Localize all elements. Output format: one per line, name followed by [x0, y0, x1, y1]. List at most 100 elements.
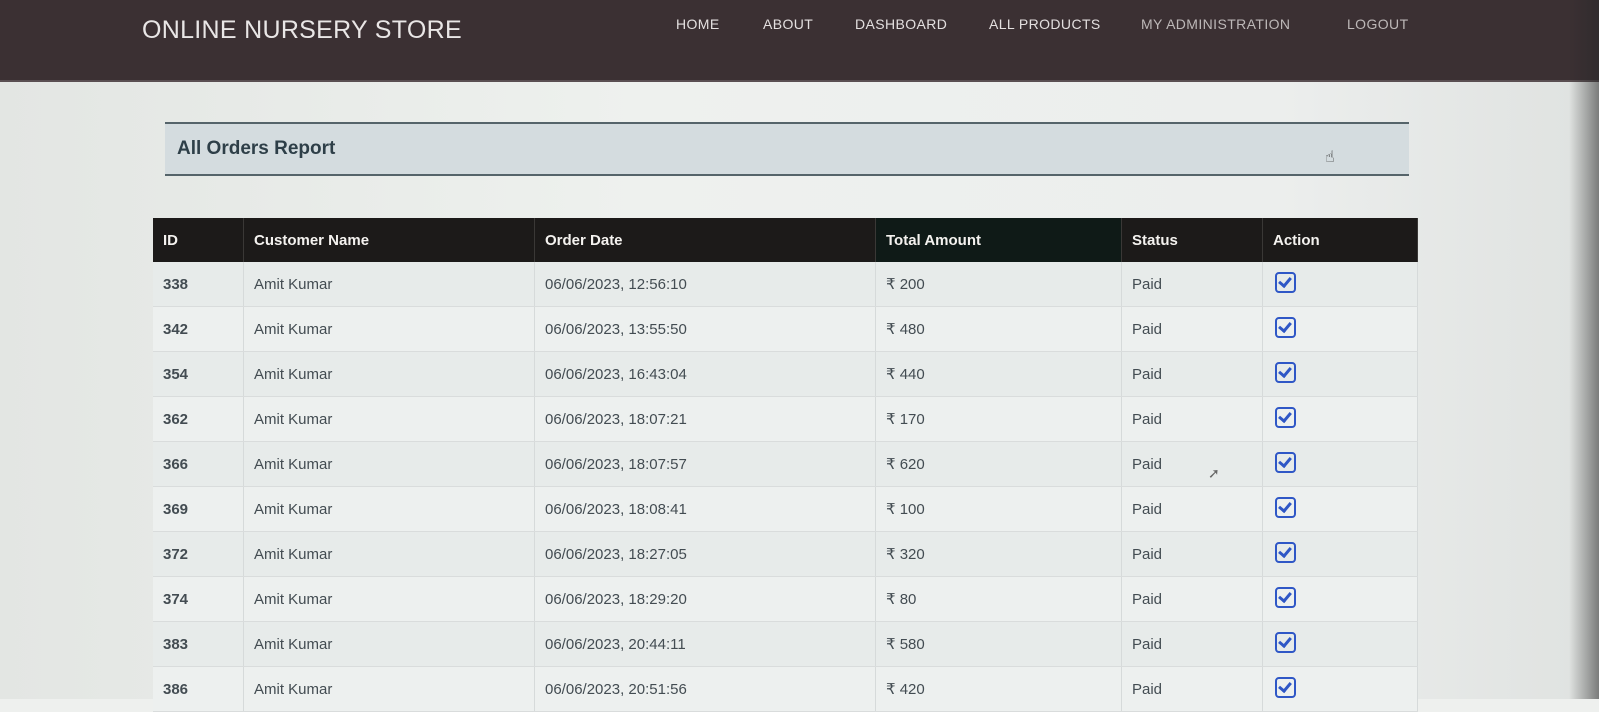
table-row: 383 Amit Kumar 06/06/2023, 20:44:11 ₹ 58…	[153, 621, 1418, 667]
order-date: 06/06/2023, 20:51:56	[534, 666, 876, 712]
order-id: 369	[153, 486, 244, 532]
status-text: Paid	[1121, 531, 1263, 577]
edit-check-icon[interactable]	[1275, 631, 1296, 653]
orders-table: ID Customer Name Order Date Total Amount…	[153, 218, 1418, 712]
total-amount: ₹ 580	[875, 621, 1122, 667]
edit-check-icon[interactable]	[1275, 451, 1296, 473]
table-row: 369 Amit Kumar 06/06/2023, 18:08:41 ₹ 10…	[153, 486, 1418, 532]
order-id: 338	[153, 262, 244, 307]
order-id: 386	[153, 666, 244, 712]
report-title-band: All Orders Report ☝	[165, 122, 1409, 176]
order-date: 06/06/2023, 18:07:21	[534, 396, 876, 442]
order-date: 06/06/2023, 18:08:41	[534, 486, 876, 532]
main-content: All Orders Report ☝ ID Customer Name Ord…	[0, 82, 1599, 712]
order-id: 362	[153, 396, 244, 442]
total-amount: ₹ 420	[875, 666, 1122, 712]
action-cell	[1262, 621, 1418, 667]
nav-logout-link[interactable]: LOGOUT	[1347, 16, 1409, 32]
edit-check-icon[interactable]	[1275, 586, 1296, 608]
edit-check-icon[interactable]	[1275, 271, 1296, 293]
screen-edge-shadow	[1569, 0, 1599, 699]
customer-name: Amit Kumar	[243, 621, 535, 667]
order-date: 06/06/2023, 16:43:04	[534, 351, 876, 397]
order-id: 354	[153, 351, 244, 397]
table-row: 374 Amit Kumar 06/06/2023, 18:29:20 ₹ 80…	[153, 576, 1418, 622]
table-row: 342 Amit Kumar 06/06/2023, 13:55:50 ₹ 48…	[153, 306, 1418, 352]
column-header-total-amount: Total Amount	[875, 218, 1122, 262]
total-amount: ₹ 480	[875, 306, 1122, 352]
status-text: Paid	[1121, 486, 1263, 532]
status-text: Paid	[1121, 666, 1263, 712]
action-cell	[1262, 262, 1418, 307]
nav-all-products-link[interactable]: ALL PRODUCTS	[989, 16, 1101, 32]
column-header-customer-name: Customer Name	[243, 218, 535, 262]
customer-name: Amit Kumar	[243, 486, 535, 532]
status-text: Paid	[1121, 351, 1263, 397]
hand-cursor-icon: ☝	[1325, 147, 1335, 166]
customer-name: Amit Kumar	[243, 396, 535, 442]
order-date: 06/06/2023, 18:29:20	[534, 576, 876, 622]
table-row: 372 Amit Kumar 06/06/2023, 18:27:05 ₹ 32…	[153, 531, 1418, 577]
action-cell	[1262, 531, 1418, 577]
edit-check-icon[interactable]	[1275, 316, 1296, 338]
brand-logo-text[interactable]: ONLINE NURSERY STORE	[142, 16, 462, 45]
order-id: 374	[153, 576, 244, 622]
edit-check-icon[interactable]	[1275, 676, 1296, 698]
order-id: 383	[153, 621, 244, 667]
total-amount: ₹ 100	[875, 486, 1122, 532]
action-cell	[1262, 666, 1418, 712]
mouse-pointer-icon: ➚	[1208, 466, 1220, 482]
action-cell	[1262, 306, 1418, 352]
order-date: 06/06/2023, 18:07:57	[534, 441, 876, 487]
status-text: Paid	[1121, 262, 1263, 307]
action-cell	[1262, 486, 1418, 532]
status-text: Paid	[1121, 396, 1263, 442]
total-amount: ₹ 80	[875, 576, 1122, 622]
edit-check-icon[interactable]	[1275, 406, 1296, 428]
column-header-action: Action	[1262, 218, 1418, 262]
customer-name: Amit Kumar	[243, 262, 535, 307]
customer-name: Amit Kumar	[243, 441, 535, 487]
edit-check-icon[interactable]	[1275, 361, 1296, 383]
order-date: 06/06/2023, 12:56:10	[534, 262, 876, 307]
status-text: Paid	[1121, 441, 1263, 487]
nav-dashboard-link[interactable]: DASHBOARD	[855, 16, 947, 32]
order-date: 06/06/2023, 18:27:05	[534, 531, 876, 577]
nav-my-administration-link[interactable]: MY ADMINISTRATION	[1141, 16, 1290, 32]
order-id: 342	[153, 306, 244, 352]
edit-check-icon[interactable]	[1275, 496, 1296, 518]
column-header-status: Status	[1121, 218, 1263, 262]
customer-name: Amit Kumar	[243, 351, 535, 397]
total-amount: ₹ 620	[875, 441, 1122, 487]
nav-about-link[interactable]: ABOUT	[763, 16, 813, 32]
order-id: 372	[153, 531, 244, 577]
customer-name: Amit Kumar	[243, 576, 535, 622]
table-row: 354 Amit Kumar 06/06/2023, 16:43:04 ₹ 44…	[153, 351, 1418, 397]
orders-table-header: ID Customer Name Order Date Total Amount…	[153, 218, 1418, 262]
action-cell	[1262, 576, 1418, 622]
total-amount: ₹ 320	[875, 531, 1122, 577]
action-cell	[1262, 351, 1418, 397]
status-text: Paid	[1121, 621, 1263, 667]
page-title: All Orders Report	[177, 138, 336, 159]
customer-name: Amit Kumar	[243, 666, 535, 712]
customer-name: Amit Kumar	[243, 531, 535, 577]
top-navbar: ONLINE NURSERY STORE HOME ABOUT DASHBOAR…	[0, 0, 1599, 82]
orders-table-body: 338 Amit Kumar 06/06/2023, 12:56:10 ₹ 20…	[153, 262, 1418, 712]
table-row: 338 Amit Kumar 06/06/2023, 12:56:10 ₹ 20…	[153, 262, 1418, 307]
action-cell	[1262, 396, 1418, 442]
nav-home-link[interactable]: HOME	[676, 16, 720, 32]
edit-check-icon[interactable]	[1275, 541, 1296, 563]
column-header-id: ID	[153, 218, 244, 262]
order-id: 366	[153, 441, 244, 487]
table-row: 362 Amit Kumar 06/06/2023, 18:07:21 ₹ 17…	[153, 396, 1418, 442]
action-cell	[1262, 441, 1418, 487]
total-amount: ₹ 200	[875, 262, 1122, 307]
total-amount: ₹ 440	[875, 351, 1122, 397]
order-date: 06/06/2023, 20:44:11	[534, 621, 876, 667]
status-text: Paid	[1121, 306, 1263, 352]
column-header-order-date: Order Date	[534, 218, 876, 262]
table-row: 366 Amit Kumar 06/06/2023, 18:07:57 ₹ 62…	[153, 441, 1418, 487]
order-date: 06/06/2023, 13:55:50	[534, 306, 876, 352]
status-text: Paid	[1121, 576, 1263, 622]
